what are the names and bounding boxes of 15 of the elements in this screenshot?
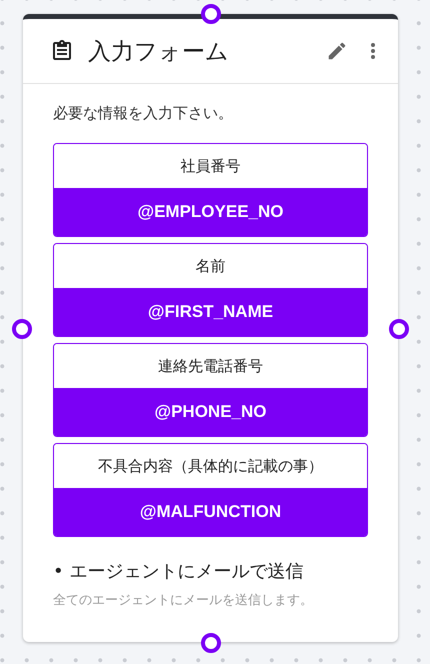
action-title: • エージェントにメールで送信: [53, 560, 304, 583]
connection-handle[interactable]: [201, 633, 221, 653]
connection-handle[interactable]: [12, 319, 32, 339]
action-subtitle: 全てのエージェントにメールを送信します。: [53, 592, 314, 609]
more-icon[interactable]: [370, 41, 376, 61]
card-title: 入力フォーム: [88, 38, 230, 66]
variable-chip: @FIRST_NAME: [54, 288, 367, 336]
edit-icon[interactable]: [326, 40, 348, 62]
connection-handle[interactable]: [389, 319, 409, 339]
form-description: 必要な情報を入力下さい。: [53, 104, 234, 123]
clipboard-icon: [50, 39, 74, 63]
variable-chip: @PHONE_NO: [54, 388, 367, 436]
variable-chip: @EMPLOYEE_NO: [54, 188, 367, 236]
variable-chip: @MALFUNCTION: [54, 488, 367, 536]
connection-handle[interactable]: [201, 4, 221, 24]
